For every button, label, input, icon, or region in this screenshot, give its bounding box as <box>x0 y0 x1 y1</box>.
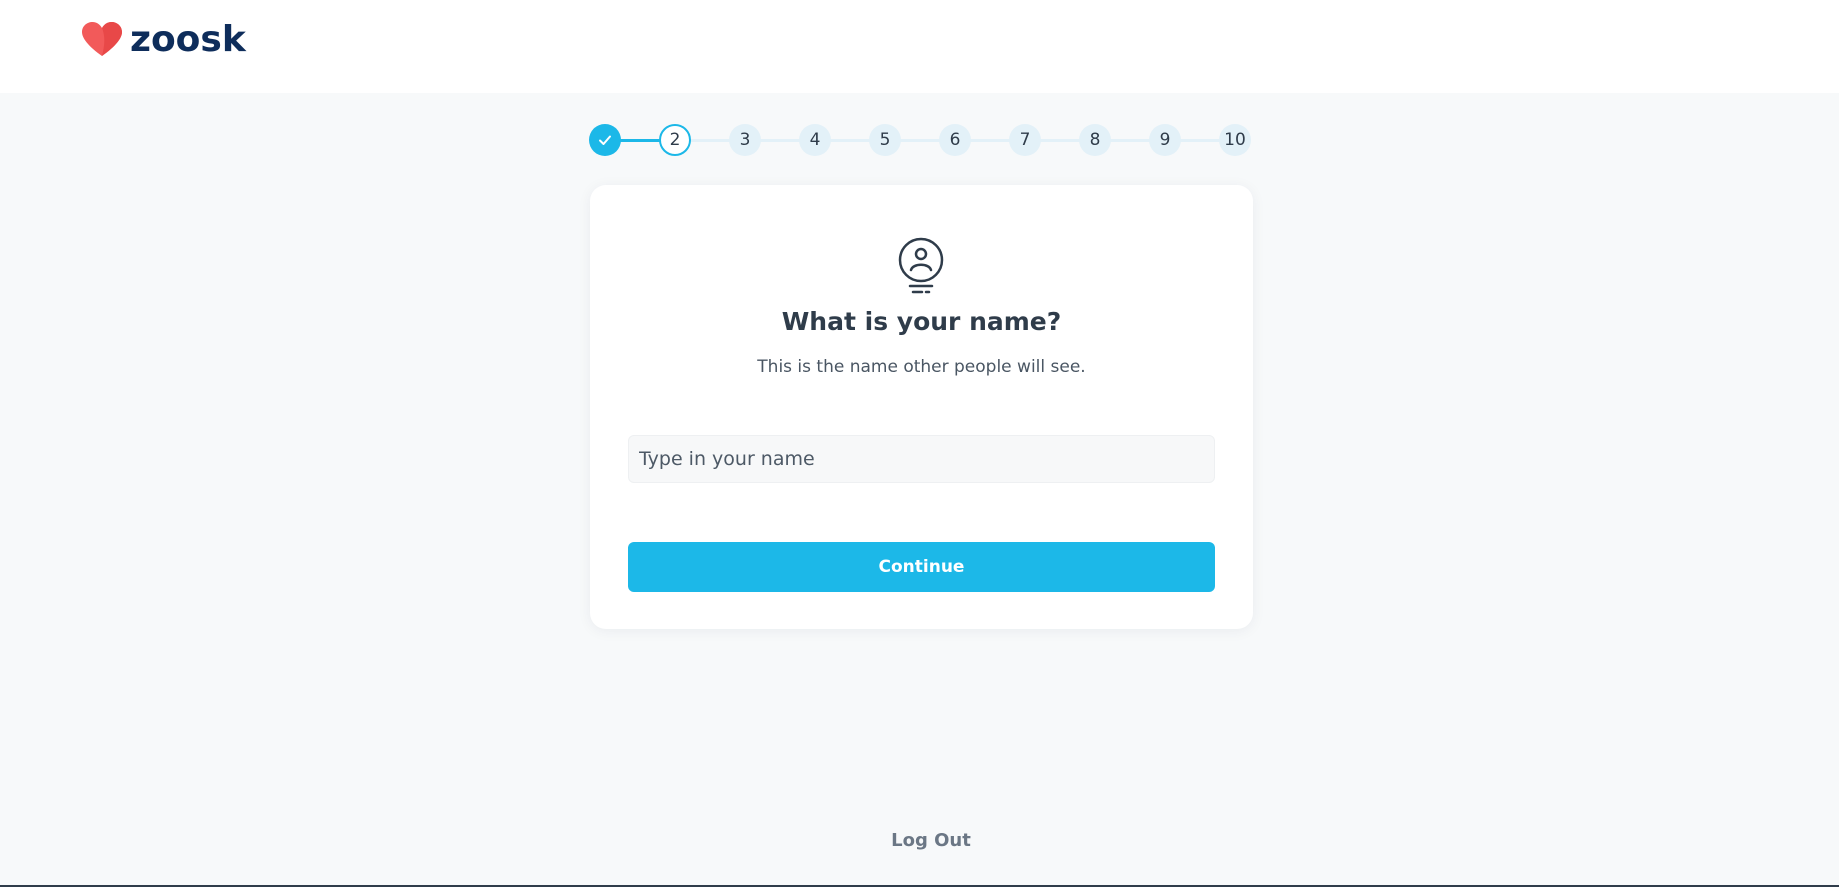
logout-link[interactable]: Log Out <box>0 830 1839 851</box>
step-2-current: 2 <box>659 124 691 156</box>
step-7: 7 <box>1009 124 1041 156</box>
step-3: 3 <box>729 124 761 156</box>
name-input[interactable] <box>628 435 1215 483</box>
name-card: What is your name? This is the name othe… <box>590 185 1253 629</box>
step-9: 9 <box>1149 124 1181 156</box>
step-4: 4 <box>799 124 831 156</box>
check-icon <box>589 133 621 147</box>
heart-icon <box>82 22 122 58</box>
step-6: 6 <box>939 124 971 156</box>
zoosk-logo[interactable]: zoosk <box>82 20 246 60</box>
step-5: 5 <box>869 124 901 156</box>
continue-button[interactable]: Continue <box>628 542 1215 592</box>
page-subtitle: This is the name other people will see. <box>757 357 1086 377</box>
page-title: What is your name? <box>781 307 1062 336</box>
step-1-completed <box>589 124 621 156</box>
brand-name: zoosk <box>130 19 246 60</box>
step-8: 8 <box>1079 124 1111 156</box>
step-10: 10 <box>1219 124 1251 156</box>
top-header: zoosk <box>0 0 1839 93</box>
profile-badge-icon <box>896 235 946 295</box>
progress-stepper: 2 3 4 5 6 7 8 9 10 <box>589 122 1254 158</box>
